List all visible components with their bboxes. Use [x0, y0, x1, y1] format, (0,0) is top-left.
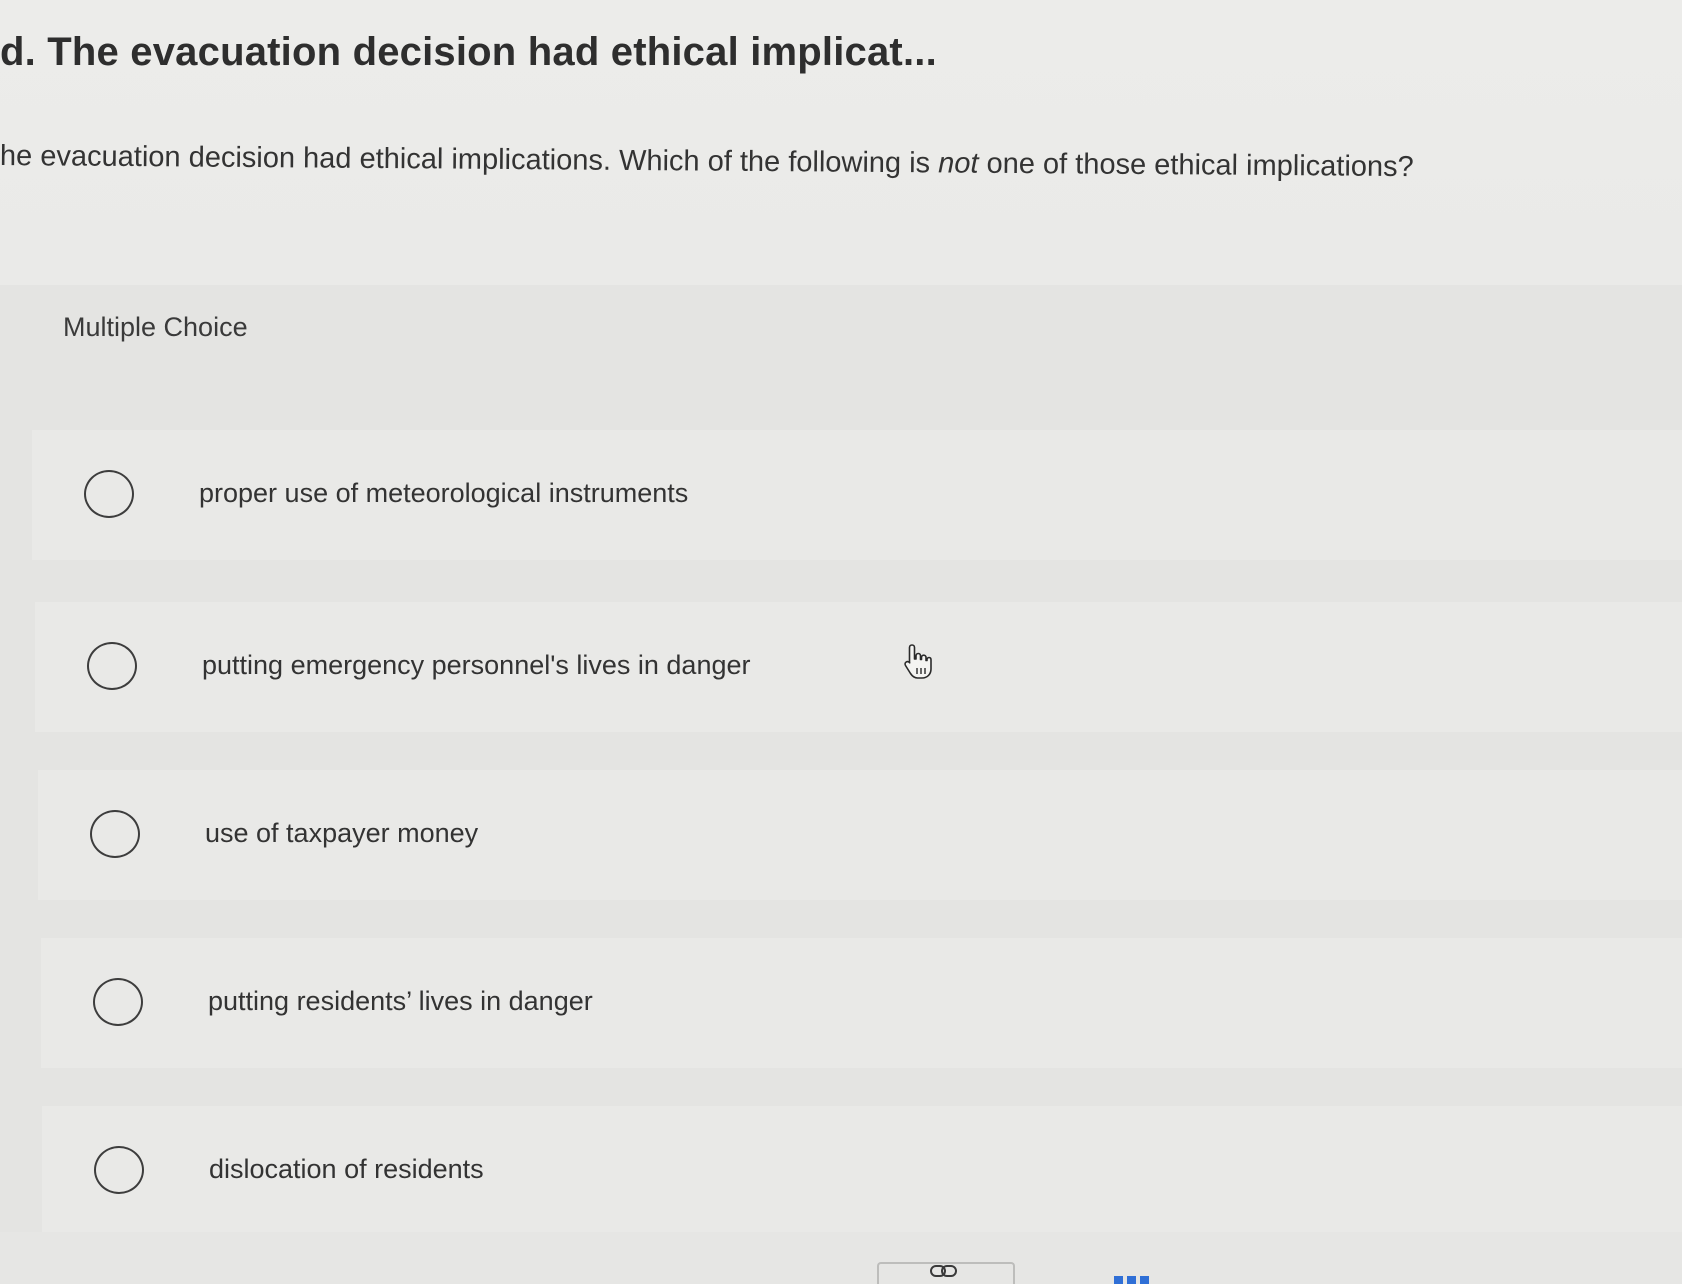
answer-option[interactable]: dislocation of residents: [42, 1106, 1682, 1236]
prompt-emphasis: not: [938, 147, 979, 180]
answer-option[interactable]: use of taxpayer money: [38, 770, 1682, 900]
answer-option[interactable]: putting emergency personnel's lives in d…: [35, 602, 1682, 732]
option-label: use of taxpayer money: [205, 818, 479, 848]
option-label: putting emergency personnel's lives in d…: [202, 650, 751, 680]
radio-button[interactable]: [90, 810, 140, 858]
radio-button[interactable]: [93, 978, 143, 1026]
question-header: d. The evacuation decision had ethical i…: [0, 0, 1682, 285]
answer-option[interactable]: proper use of meteorological instruments: [32, 430, 1682, 560]
question-title: d. The evacuation decision had ethical i…: [0, 30, 937, 74]
multiple-choice-label: Multiple Choice: [63, 312, 248, 342]
radio-button[interactable]: [94, 1146, 144, 1194]
hand-pointer-icon: [904, 644, 932, 679]
prompt-text-start: he evacuation decision had ethical impli…: [0, 140, 939, 180]
more-options-icon[interactable]: [1114, 1276, 1150, 1284]
option-label: proper use of meteorological instruments: [199, 478, 689, 508]
bottom-toolbar: [0, 1232, 1682, 1284]
radio-button[interactable]: [87, 642, 137, 690]
option-label: dislocation of residents: [209, 1154, 484, 1184]
radio-button[interactable]: [84, 470, 134, 518]
prompt-text-end: one of those ethical implications?: [978, 147, 1414, 184]
question-prompt: he evacuation decision had ethical impli…: [0, 140, 1414, 184]
link-icon[interactable]: [929, 1262, 959, 1280]
answer-option[interactable]: putting residents’ lives in danger: [41, 938, 1682, 1068]
option-label: putting residents’ lives in danger: [208, 986, 593, 1016]
